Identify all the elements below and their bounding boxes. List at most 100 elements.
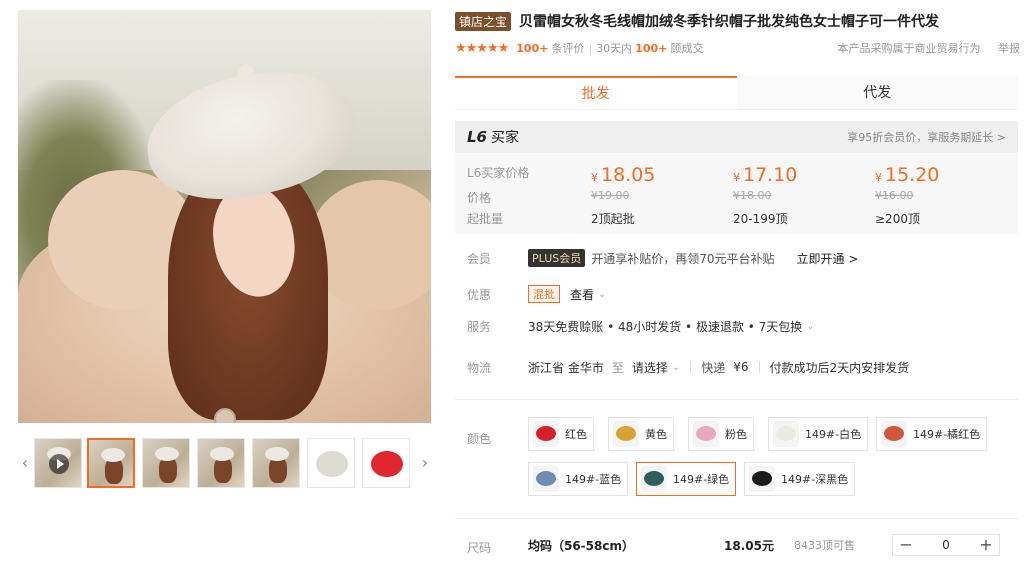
quantity-stepper: − 0 + [892,534,1000,556]
hat-image [371,451,403,477]
review-label[interactable]: 条评价 [551,40,584,56]
thumbnail-photo[interactable] [142,438,190,488]
service-label: 服务 [467,319,492,334]
color-option-label: 红色 [565,428,587,441]
tab-dropship[interactable]: 代发 [736,76,1018,109]
thumbnail-hat-red[interactable] [362,438,410,488]
price-value: 18.05 [601,164,656,186]
destination-select[interactable]: 请选择 [632,359,668,376]
original-price: ¥16.00 [875,189,914,202]
tier-price: ¥17.10 [733,164,797,186]
color-swatch-image [693,421,719,447]
service-text: 38天免费赊账 • 48小时发货 • 极速退款 • 7天包换 [528,319,803,334]
tier-quantity: ≥200顶 [875,212,920,226]
original-price-row: 价格 ¥19.00 ¥18.00 ¥16.00 [467,189,1017,209]
moq-row: 起批量 2顶起批 20-199顶 ≥200顶 [467,210,1017,230]
shipping-fee: ¥6 [733,360,749,374]
size-label: 尺码 [467,541,492,555]
color-option-label: 粉色 [725,428,747,441]
price-label: 价格 [467,191,492,205]
divider [758,361,760,373]
promo-row: 优惠 混批 查看 ⌄ [467,284,1017,304]
open-membership-link[interactable]: 立即开通 > [797,250,859,267]
chevron-left-icon[interactable]: ‹ [18,438,32,488]
buyer-price-label: L6买家价格 [467,166,530,180]
purchase-mode-tabs: 批发 代发 [455,76,1018,110]
quantity-input[interactable]: 0 [919,538,973,552]
size-name: 均码（56-58cm） [528,539,634,553]
tier-price: ¥15.20 [875,164,939,186]
color-option-149-green[interactable]: 149#-绿色 [636,462,737,496]
play-icon[interactable] [49,454,69,474]
member-hint-link[interactable]: 享95折会员价，享服务期延长 > [847,129,1006,145]
color-swatch-image [533,421,559,447]
color-option-label: 149#-绿色 [673,473,730,486]
logistics-row: 物流 浙江省 金华市 至 请选择 ⌄ 快递 ¥6 付款成功后2天内安排发货 [467,357,1017,377]
thumbnail-photo[interactable] [87,438,135,488]
hat-image [316,451,348,477]
color-option-label: 149#-深黑色 [781,473,849,486]
size-stock: 8433顶可售 [794,539,855,552]
original-price: ¥19.00 [591,189,630,202]
color-option-pink[interactable]: 粉色 [688,417,754,451]
rating-row: ★★★★★ 100+ 条评价 | 30天内 100+ 顾成交 本产品采购属于商业… [455,40,1020,56]
divider [690,361,692,373]
main-product-image[interactable] [18,10,431,423]
thumbnail-photo[interactable] [252,438,300,488]
color-option-label: 149#-蓝色 [565,473,622,486]
star-rating-icon: ★★★★★ [455,40,509,56]
price-panel: L6 买家 享95折会员价，享服务期延长 > L6买家价格 ¥18.05 ¥17… [455,121,1018,234]
thumbnail-photo[interactable] [197,438,245,488]
chevron-right-icon[interactable]: › [418,438,432,488]
color-option-149-orange-red[interactable]: 149#-橘红色 [876,417,988,451]
color-option-label: 149#-白色 [805,428,862,441]
color-option-149-black[interactable]: 149#-深黑色 [744,462,856,496]
color-swatch-image [613,421,639,447]
report-link[interactable]: 举报 [998,42,1020,55]
tier-quantity: 2顶起批 [591,212,635,226]
review-count[interactable]: 100+ [516,42,548,55]
color-option-149-white[interactable]: 149#-白色 [768,417,869,451]
increment-button[interactable]: + [973,535,999,555]
price-value: 17.10 [743,164,798,186]
thumbnail-video[interactable] [34,438,82,488]
thumbnail-hat-white[interactable] [307,438,355,488]
color-swatch-image [773,421,799,447]
buyer-level: L6 [467,128,487,146]
buyer-level-label: 买家 [491,130,519,146]
tier-quantity: 20-199顶 [733,212,788,226]
color-option-149-blue[interactable]: 149#-蓝色 [528,462,629,496]
thumbnail-strip: ‹ › [18,438,432,488]
product-title: 贝雷帽女秋冬毛线帽加绒冬季针织帽子批发纯色女士帽子可一件代发 [519,14,940,30]
chevron-down-icon[interactable]: ⌄ [598,289,606,300]
view-promo-link[interactable]: 查看 [570,286,594,303]
member-label: 会员 [467,251,492,266]
thumbnail-hat [101,448,125,462]
original-price: ¥18.00 [733,189,772,202]
ship-from: 浙江省 金华市 [528,360,604,375]
member-row: 会员 PLUS会员 开通享补贴价，再领70元平台补贴 立即开通 > [467,248,1017,268]
thumbnail-hat [210,447,234,461]
tier-price: ¥18.05 [591,164,655,186]
sold-label: 顾成交 [670,42,704,55]
color-option-red[interactable]: 红色 [528,417,594,451]
promo-label: 优惠 [467,287,492,302]
currency-symbol: ¥ [875,171,882,184]
currency-symbol: ¥ [733,171,740,184]
chevron-down-icon[interactable]: ⌄ [672,362,680,373]
shipping-method: 快递 [701,360,726,375]
color-option-yellow[interactable]: 黄色 [608,417,674,451]
member-offer-text: 开通享补贴价，再领70元平台补贴 [591,251,775,266]
buyer-price-row: L6买家价格 ¥18.05 ¥17.10 ¥15.20 [467,164,1017,186]
plus-member-badge: PLUS会员 [528,249,586,267]
decrement-button[interactable]: − [893,535,919,555]
color-swatch-image [641,466,667,492]
title-row: 镇店之宝 贝雷帽女秋冬毛线帽加绒冬季针织帽子批发纯色女士帽子可一件代发 [455,11,1015,31]
size-row: 尺码 均码（56-58cm） 18.05元 8433顶可售 − 0 + [467,534,1020,556]
tab-wholesale[interactable]: 批发 [455,76,737,109]
mixed-batch-tag: 混批 [528,285,560,303]
thumbnail-hat [265,447,289,461]
ship-to-label: 至 [611,360,624,375]
trade-note: 本产品采购属于商业贸易行为 [837,42,981,55]
chevron-down-icon[interactable]: ⌄ [806,321,814,332]
